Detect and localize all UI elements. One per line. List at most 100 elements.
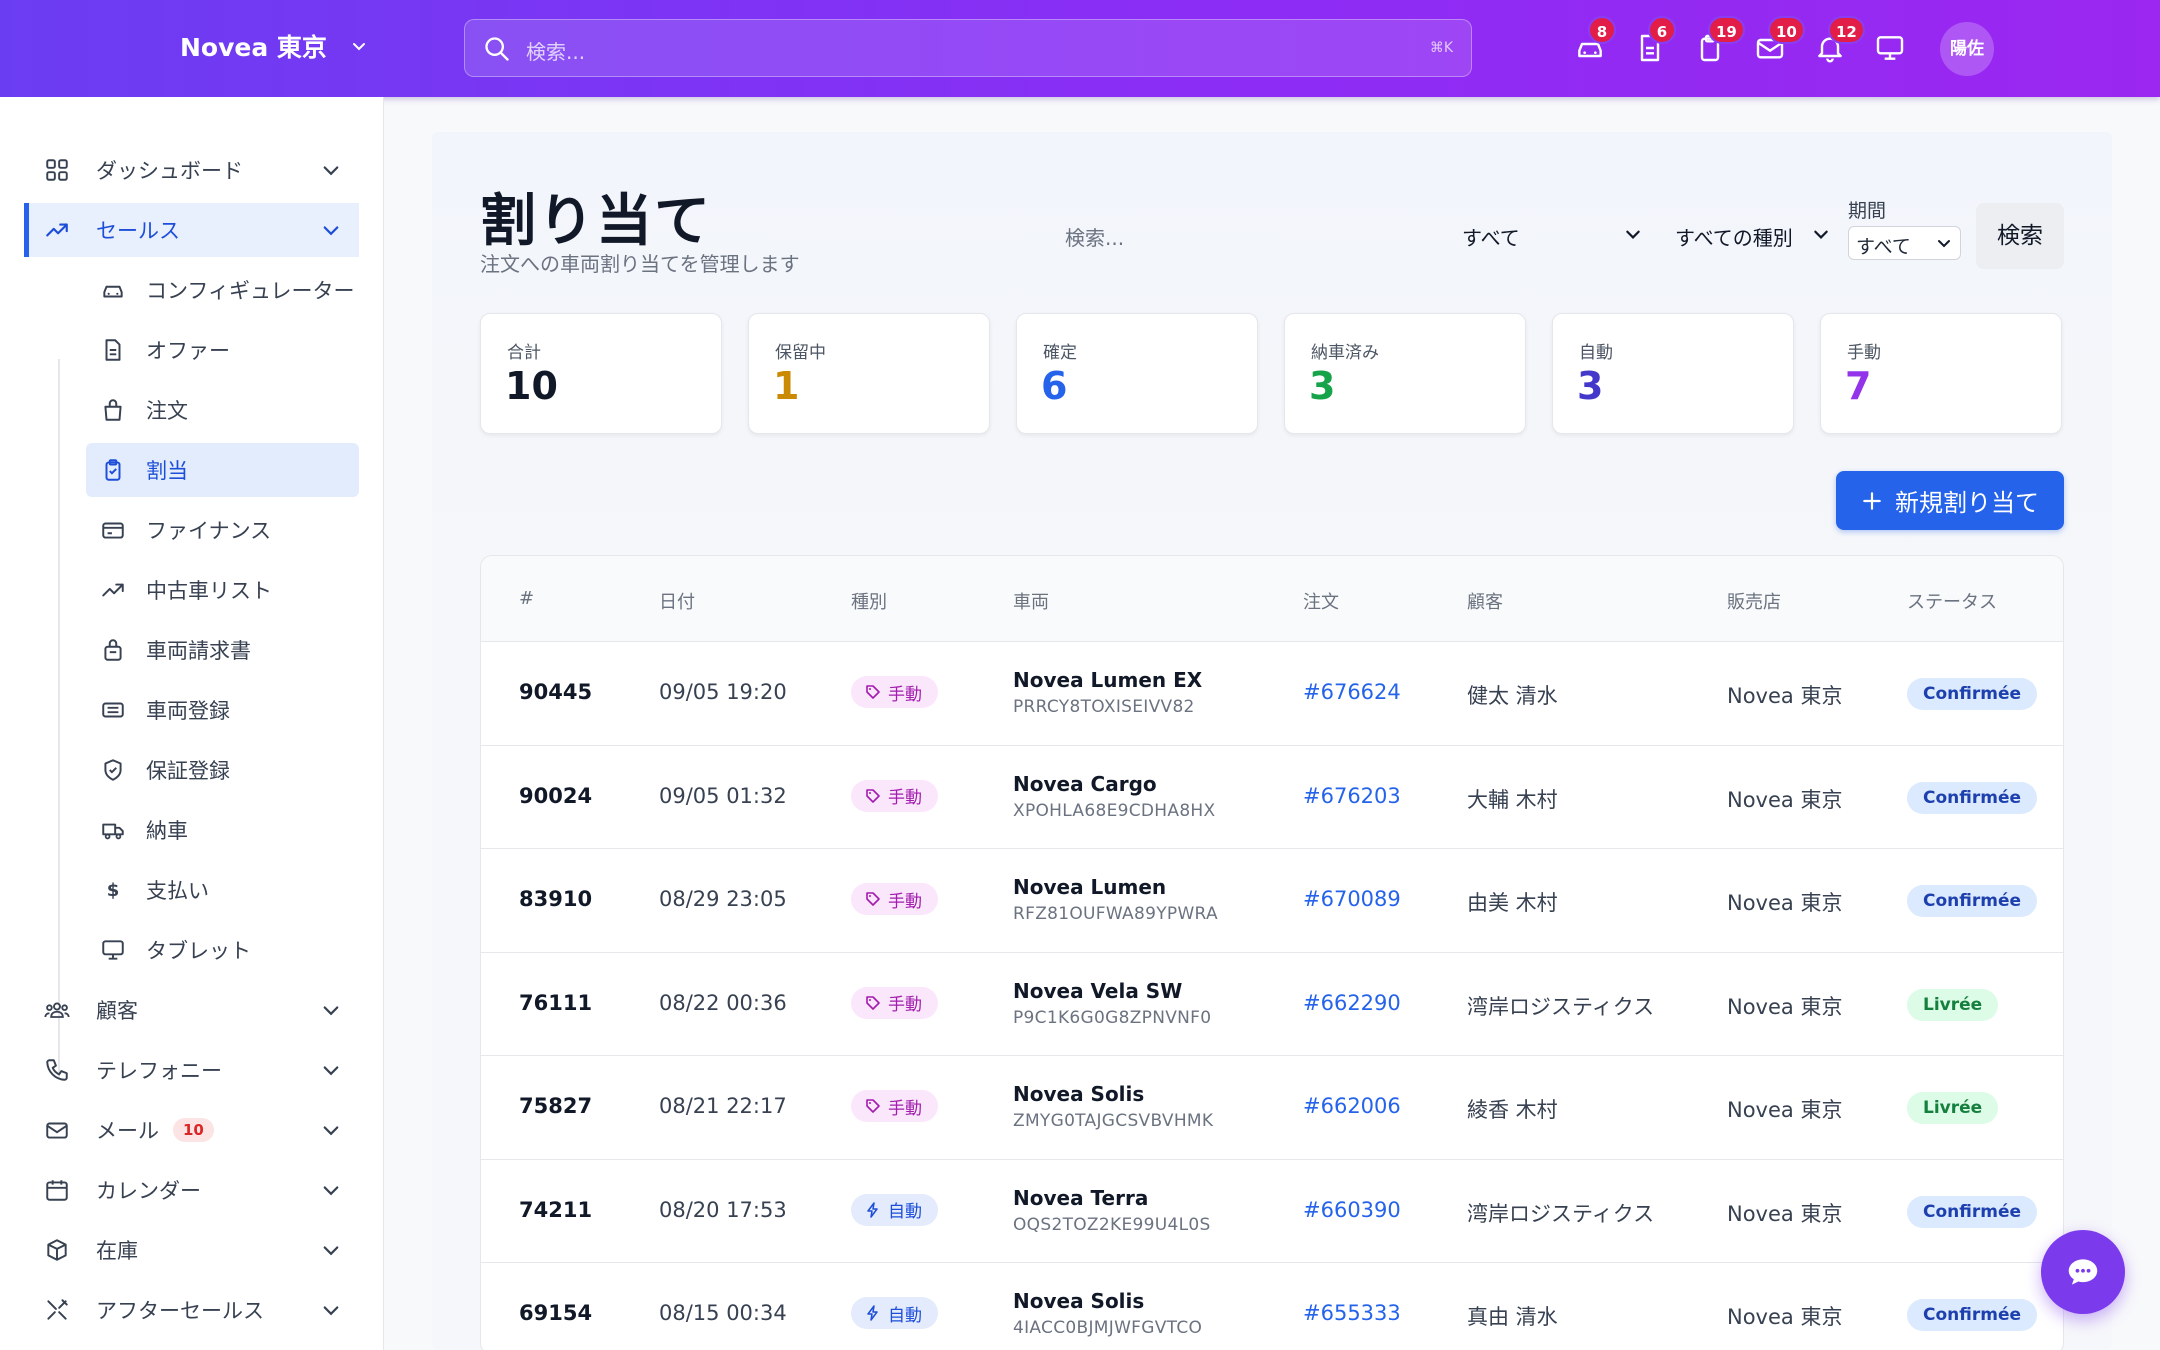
sidebar-item-orders[interactable]: 注文 [86,383,359,437]
notifications-button[interactable]: 12 [1814,16,1865,64]
top-bar: Novea 東京 検索... ⌘K 8 6 19 10 12 陽佐 [0,0,2160,97]
table-row[interactable]: 90024 09/05 01:32 手動 Novea Cargo XPOHLA68E9C… [481,746,2063,849]
vehicle-name: Novea Cargo [1013,771,1157,796]
user-avatar[interactable]: 陽佐 [1940,22,1994,76]
column-header[interactable]: ステータス [1907,588,1997,614]
chevron-down-icon [1814,230,1828,239]
period-select[interactable]: すべて [1848,226,1961,260]
tasks-button[interactable]: 19 [1694,16,1745,64]
sidebar-item-label: ファイナンス [146,519,272,543]
type-label: 手動 [888,788,922,808]
order-link[interactable]: #676624 [1303,680,1401,704]
order-link[interactable]: #670089 [1303,887,1401,911]
column-header[interactable]: 注文 [1303,588,1339,614]
chevron-down-icon [323,226,339,236]
column-header[interactable]: 種別 [851,588,887,614]
filter-search-input[interactable]: 検索... [1065,222,1124,251]
tag-icon [865,995,881,1011]
search-icon [485,37,509,61]
mail-icon [42,1115,72,1145]
tag-icon [865,684,881,700]
dealer-name: Novea 東京 [1727,1098,1843,1122]
sidebar-item-telephony[interactable]: テレフォニー [24,1043,359,1097]
documents-button[interactable]: 6 [1634,16,1676,64]
column-header[interactable]: # [519,588,534,609]
lock-bag-icon [98,635,128,665]
dealer-switcher[interactable]: Novea 東京 [180,28,367,64]
sidebar-item-vehicle-invoices[interactable]: 車両請求書 [86,623,359,677]
phone-icon [42,1055,72,1085]
page-subtitle: 注文への車両割り当てを管理します [480,252,800,276]
vehicle-cell: Novea Solis ZMYG0TAJGCSVBVHMK [1013,1082,1213,1131]
display-button[interactable] [1874,32,1906,64]
table-row[interactable]: 76111 08/22 00:36 手動 Novea Vela SW P9C1K6G0G… [481,953,2063,1056]
sidebar-item-configurator[interactable]: コンフィギュレーター [86,263,359,317]
notification-badge: 6 [1648,16,1676,44]
sidebar-item-tablet[interactable]: タブレット [86,923,359,977]
type-label: 自動 [888,1202,922,1222]
chat-bubble-icon [2068,1259,2098,1285]
sidebar-item-inventory[interactable]: 在庫 [24,1223,359,1277]
sidebar-item-payments[interactable]: $ 支払い [86,863,359,917]
sidebar-item-delivery[interactable]: 納車 [86,803,359,857]
chat-button[interactable] [2041,1230,2125,1314]
dealer-name: Novea 東京 [1727,994,1843,1019]
order-link[interactable]: #655333 [1303,1301,1401,1325]
customer-name: 由美 木村 [1467,891,1558,915]
sidebar-item-allocations[interactable]: 割当 [86,443,359,497]
column-header[interactable]: 顧客 [1467,588,1503,614]
allocation-id: 90445 [519,680,593,704]
search-button[interactable]: 検索 [1976,203,2064,269]
sidebar-item-label: テレフォニー [96,1059,222,1083]
table-row[interactable]: 90445 09/05 19:20 手動 Novea Lumen EX PRRCY8TO… [481,642,2063,746]
id-card-icon [98,695,128,725]
sidebar-item-after-sales[interactable]: アフターセールス [24,1283,359,1337]
table-row[interactable]: 75827 08/21 22:17 手動 Novea Solis ZMYG0TAJGCS… [481,1056,2063,1160]
plus-icon [1863,491,1881,510]
notification-badge: 12 [1828,16,1865,44]
sidebar-item-sales[interactable]: セールス [24,203,359,257]
column-header[interactable]: 販売店 [1727,588,1781,614]
sidebar-item-label: 割当 [146,459,188,483]
sidebar-item-mail[interactable]: メール 10 [24,1103,359,1157]
column-header[interactable]: 車両 [1013,588,1049,614]
sidebar-item-label: 保証登録 [146,759,230,783]
monitor-icon [98,935,128,965]
sidebar-item-offers[interactable]: オファー [86,323,359,377]
submenu-guide-line [58,359,60,1079]
type-filter-select[interactable]: すべての種別 [1675,222,1835,251]
sidebar-item-used-cars[interactable]: 中古車リスト [86,563,359,617]
sidebar-item-finance[interactable]: ファイナンス [86,503,359,557]
type-badge: 手動 [851,779,938,812]
order-link[interactable]: #660390 [1303,1198,1401,1222]
table-row[interactable]: 83910 08/29 23:05 手動 Novea Lumen RFZ81OUFWA8… [481,849,2063,953]
sidebar-item-label: タブレット [146,939,251,963]
sidebar-item-dashboard[interactable]: ダッシュボード [24,143,359,197]
stat-label: 自動 [1579,343,1613,363]
notification-badge: 8 [1588,16,1616,44]
column-header[interactable]: 日付 [659,588,695,614]
vehicles-button[interactable]: 8 [1574,16,1616,64]
sidebar-item-calendar[interactable]: カレンダー [24,1163,359,1217]
stat-value: 3 [1577,364,1604,408]
allocation-date: 08/15 00:34 [659,1301,787,1325]
chevron-down-icon [323,1306,339,1316]
sidebar-item-warranty[interactable]: 保証登録 [86,743,359,797]
sidebar-item-registration[interactable]: 車両登録 [86,683,359,737]
status-filter-select[interactable]: すべて [1462,222,1640,251]
vehicle-name: Novea Lumen [1013,875,1167,899]
type-label: 自動 [888,1305,922,1326]
global-search-input[interactable]: 検索... ⌘K [464,19,1472,77]
order-link[interactable]: #662290 [1303,991,1401,1015]
order-link[interactable]: #676203 [1303,784,1401,808]
vehicle-vin: 4IACC0BJMJWFGVTCO [1013,1318,1203,1338]
table-row[interactable]: 69154 08/15 00:34 自動 Novea Solis 4IACC0BJMJW… [481,1263,2063,1350]
table-row[interactable]: 74211 08/20 17:53 自動 Novea Terra OQS2TOZ2KE9… [481,1160,2063,1263]
tag-icon [865,1098,881,1114]
sidebar-item-customers[interactable]: 顧客 [24,983,359,1037]
order-link[interactable]: #662006 [1303,1094,1401,1118]
stat-value: 3 [1309,364,1336,408]
new-allocation-button[interactable]: 新規割り当て [1836,471,2064,530]
mail-button[interactable]: 10 [1754,16,1805,64]
status-badge: Confirmée [1907,1299,2038,1331]
